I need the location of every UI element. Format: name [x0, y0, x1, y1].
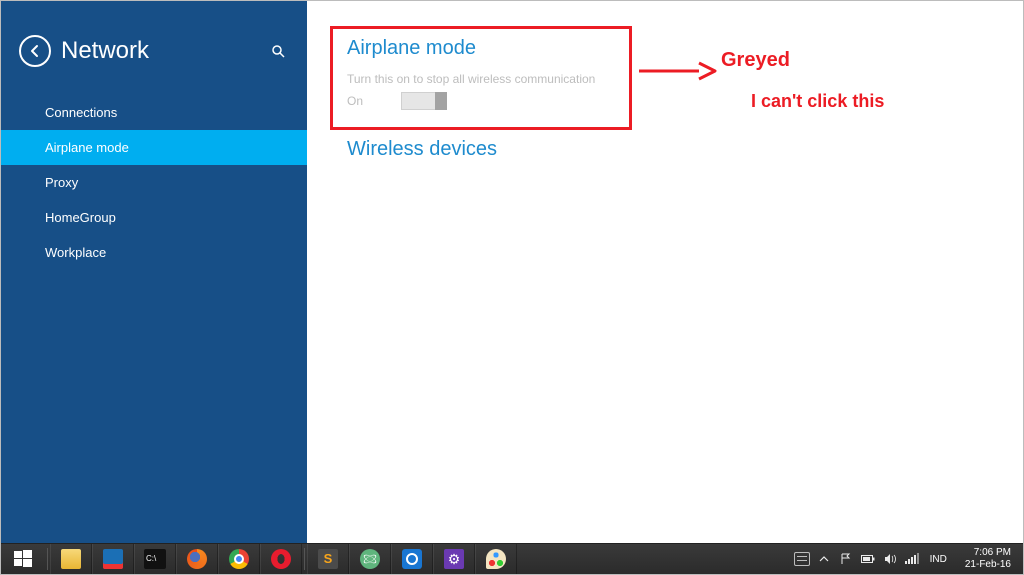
toggle-state-label: On [347, 94, 363, 108]
sublime-icon: S [318, 549, 338, 569]
taskbar-app-lenovo[interactable] [92, 544, 134, 574]
sidebar-item-label: HomeGroup [45, 210, 116, 225]
chrome-icon [229, 549, 249, 569]
lenovo-icon [103, 549, 123, 569]
airplane-mode-toggle [401, 92, 447, 110]
section-description: Turn this on to stop all wireless commun… [347, 72, 1023, 86]
sidebar-title: Network [61, 37, 269, 65]
taskbar-left: C:\ S [1, 544, 517, 574]
sidebar-item-label: Proxy [45, 175, 78, 190]
taskbar: C:\ S [1, 543, 1023, 574]
file-explorer-icon [61, 549, 81, 569]
sidebar-item-airplane-mode[interactable]: Airplane mode [1, 130, 307, 165]
section-title-wireless-devices: Wireless devices [347, 138, 1023, 161]
start-button[interactable] [1, 544, 45, 574]
tray-network-icon[interactable] [904, 551, 920, 567]
chevron-up-icon [819, 554, 829, 564]
atom-icon [360, 549, 380, 569]
search-icon [271, 44, 285, 58]
taskbar-app-opera[interactable] [260, 544, 302, 574]
sidebar-item-label: Workplace [45, 245, 106, 260]
taskbar-app-file-explorer[interactable] [50, 544, 92, 574]
keyboard-icon [794, 552, 810, 566]
tray-volume-icon[interactable] [882, 551, 898, 567]
sidebar: Network Connections Airplane mode Proxy [1, 1, 307, 543]
search-button[interactable] [269, 42, 287, 60]
sidebar-items: Connections Airplane mode Proxy HomeGrou… [1, 95, 307, 270]
volume-icon [884, 553, 896, 565]
tray-battery-icon[interactable] [860, 551, 876, 567]
taskbar-app-paint[interactable] [475, 544, 517, 574]
sidebar-header: Network [1, 35, 307, 85]
tray-security-icon[interactable] [838, 551, 854, 567]
airplane-mode-toggle-row: On [347, 92, 1023, 110]
tray-chevron-button[interactable] [816, 551, 832, 567]
client-area: Network Connections Airplane mode Proxy [1, 1, 1023, 543]
taskbar-divider [47, 548, 48, 570]
settings-window: Network Connections Airplane mode Proxy [0, 0, 1024, 575]
flag-icon [840, 553, 852, 565]
back-arrow-icon [28, 44, 42, 58]
sidebar-item-label: Connections [45, 105, 117, 120]
sidebar-item-label: Airplane mode [45, 140, 129, 155]
clock-time: 7:06 PM [965, 547, 1011, 559]
wifi-signal-icon [905, 553, 919, 565]
section-title-airplane-mode: Airplane mode [347, 37, 1023, 60]
touch-keyboard-button[interactable] [794, 551, 810, 567]
taskbar-app-firefox[interactable] [176, 544, 218, 574]
back-button[interactable] [19, 35, 51, 67]
content-pane: Airplane mode Turn this on to stop all w… [307, 1, 1023, 543]
ime-indicator[interactable]: IND [926, 554, 951, 565]
terminal-icon: C:\ [144, 549, 166, 569]
taskbar-right: IND 7:06 PM 21-Feb-16 [794, 544, 1023, 574]
battery-icon [861, 554, 875, 564]
taskbar-app-chrome[interactable] [218, 544, 260, 574]
taskbar-app-terminal[interactable]: C:\ [134, 544, 176, 574]
taskbar-app-sublime[interactable]: S [307, 544, 349, 574]
settings-gear-icon: ⚙ [444, 549, 464, 569]
taskbar-divider [304, 548, 305, 570]
firefox-icon [187, 549, 207, 569]
taskbar-app-atom[interactable] [349, 544, 391, 574]
sidebar-item-workplace[interactable]: Workplace [1, 235, 307, 270]
sidebar-item-proxy[interactable]: Proxy [1, 165, 307, 200]
opera-icon [271, 549, 291, 569]
sidebar-item-homegroup[interactable]: HomeGroup [1, 200, 307, 235]
camera-icon [402, 549, 422, 569]
toggle-thumb [435, 92, 447, 110]
sidebar-item-connections[interactable]: Connections [1, 95, 307, 130]
taskbar-clock[interactable]: 7:06 PM 21-Feb-16 [957, 545, 1015, 573]
windows-logo-icon [14, 550, 32, 568]
paint-icon [486, 549, 506, 569]
taskbar-app-camera[interactable] [391, 544, 433, 574]
clock-date: 21-Feb-16 [965, 559, 1011, 571]
taskbar-app-settings[interactable]: ⚙ [433, 544, 475, 574]
